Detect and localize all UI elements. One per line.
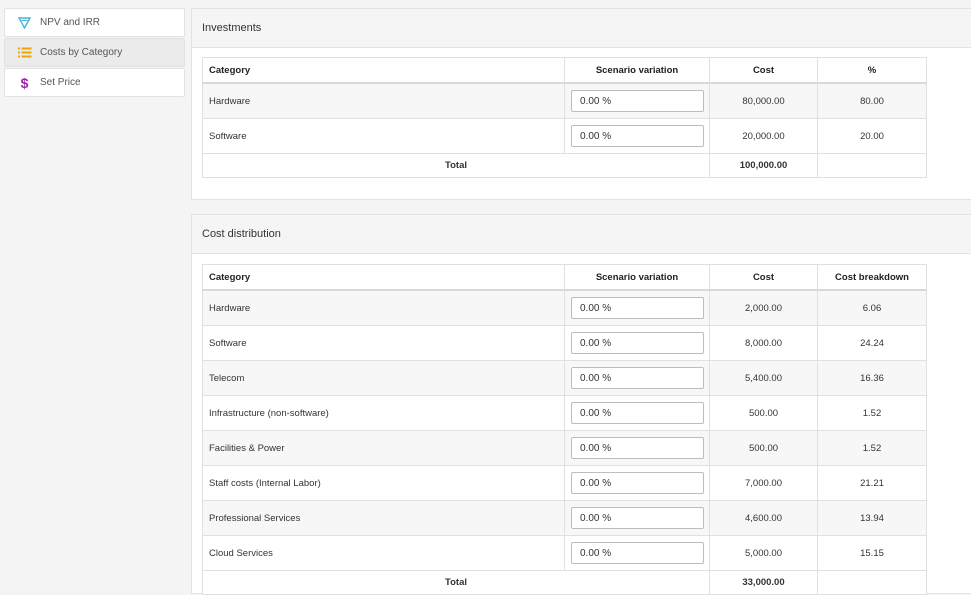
investments-table: Category Scenario variation Cost % Hardw… bbox=[202, 57, 927, 178]
investments-panel: Investments Category Scenario variation … bbox=[191, 8, 971, 200]
category-cell: Cloud Services bbox=[202, 535, 565, 571]
table-row: Staff costs (Internal Labor) 7,000.00 21… bbox=[202, 465, 927, 501]
sidebar-item-npv-irr[interactable]: NPV and IRR bbox=[4, 8, 185, 37]
cost-cell: 5,400.00 bbox=[709, 360, 818, 396]
cost-cell: 7,000.00 bbox=[709, 465, 818, 501]
scenario-variation-input[interactable] bbox=[571, 507, 704, 529]
total-row: Total 33,000.00 bbox=[202, 570, 927, 595]
category-cell: Hardware bbox=[202, 82, 565, 119]
cost-distribution-table: Category Scenario variation Cost Cost br… bbox=[202, 264, 927, 595]
category-cell: Facilities & Power bbox=[202, 430, 565, 466]
table-row: Professional Services 4,600.00 13.94 bbox=[202, 500, 927, 536]
table-row: Cloud Services 5,000.00 15.15 bbox=[202, 535, 927, 571]
total-label: Total bbox=[202, 153, 710, 178]
table-row: Telecom 5,400.00 16.36 bbox=[202, 360, 927, 396]
sidebar-item-costs-by-category[interactable]: Costs by Category bbox=[4, 38, 185, 67]
cost-breakdown-cell: 6.06 bbox=[817, 289, 927, 326]
scenario-variation-input[interactable] bbox=[571, 297, 704, 319]
table-row: Software 8,000.00 24.24 bbox=[202, 325, 927, 361]
table-row: Infrastructure (non-software) 500.00 1.5… bbox=[202, 395, 927, 431]
category-cell: Software bbox=[202, 118, 565, 154]
total-cost: 33,000.00 bbox=[709, 570, 818, 595]
column-header-scenario-variation: Scenario variation bbox=[564, 57, 710, 84]
cost-distribution-title: Cost distribution bbox=[192, 215, 971, 254]
sidebar: NPV and IRR Costs by Category $ Set Pric… bbox=[4, 8, 185, 98]
column-header-percent: % bbox=[817, 57, 927, 84]
total-row: Total 100,000.00 bbox=[202, 153, 927, 178]
column-header-cost-breakdown: Cost breakdown bbox=[817, 264, 927, 291]
sidebar-item-label: Costs by Category bbox=[40, 47, 123, 58]
dollar-icon: $ bbox=[20, 74, 29, 91]
cost-cell: 20,000.00 bbox=[709, 118, 818, 154]
scenario-variation-input[interactable] bbox=[571, 367, 704, 389]
table-row: Hardware 2,000.00 6.06 bbox=[202, 289, 927, 326]
column-header-category: Category bbox=[202, 264, 565, 291]
category-cell: Professional Services bbox=[202, 500, 565, 536]
scenario-variation-input[interactable] bbox=[571, 332, 704, 354]
table-row: Facilities & Power 500.00 1.52 bbox=[202, 430, 927, 466]
column-header-cost: Cost bbox=[709, 264, 818, 291]
cost-cell: 80,000.00 bbox=[709, 82, 818, 119]
scenario-variation-input[interactable] bbox=[571, 472, 704, 494]
category-cell: Telecom bbox=[202, 360, 565, 396]
list-icon bbox=[17, 45, 32, 60]
column-header-category: Category bbox=[202, 57, 565, 84]
cost-breakdown-cell: 1.52 bbox=[817, 395, 927, 431]
category-cell: Staff costs (Internal Labor) bbox=[202, 465, 565, 501]
scenario-variation-input[interactable] bbox=[571, 437, 704, 459]
sidebar-item-label: Set Price bbox=[40, 77, 81, 88]
cost-distribution-panel: Cost distribution Category Scenario vari… bbox=[191, 214, 971, 595]
cost-breakdown-cell: 15.15 bbox=[817, 535, 927, 571]
cost-breakdown-cell: 24.24 bbox=[817, 325, 927, 361]
cost-breakdown-cell: 13.94 bbox=[817, 500, 927, 536]
percent-cell: 20.00 bbox=[817, 118, 927, 154]
triangle-icon bbox=[17, 15, 32, 30]
scenario-variation-input[interactable] bbox=[571, 542, 704, 564]
investments-title: Investments bbox=[192, 9, 971, 48]
cost-cell: 4,600.00 bbox=[709, 500, 818, 536]
cost-cell: 8,000.00 bbox=[709, 325, 818, 361]
scenario-variation-input[interactable] bbox=[571, 125, 704, 147]
category-cell: Infrastructure (non-software) bbox=[202, 395, 565, 431]
scenario-variation-input[interactable] bbox=[571, 402, 704, 424]
cost-cell: 5,000.00 bbox=[709, 535, 818, 571]
cost-cell: 500.00 bbox=[709, 395, 818, 431]
category-cell: Hardware bbox=[202, 289, 565, 326]
total-cost: 100,000.00 bbox=[709, 153, 818, 178]
cost-breakdown-cell: 21.21 bbox=[817, 465, 927, 501]
cost-breakdown-cell: 16.36 bbox=[817, 360, 927, 396]
sidebar-item-label: NPV and IRR bbox=[40, 17, 101, 28]
scenario-variation-input[interactable] bbox=[571, 90, 704, 112]
cost-cell: 500.00 bbox=[709, 430, 818, 466]
table-row: Hardware 80,000.00 80.00 bbox=[202, 82, 927, 119]
table-row: Software 20,000.00 20.00 bbox=[202, 118, 927, 154]
sidebar-item-set-price[interactable]: $ Set Price bbox=[4, 68, 185, 97]
total-label: Total bbox=[202, 570, 710, 595]
column-header-scenario-variation: Scenario variation bbox=[564, 264, 710, 291]
column-header-cost: Cost bbox=[709, 57, 818, 84]
cost-breakdown-cell: 1.52 bbox=[817, 430, 927, 466]
category-cell: Software bbox=[202, 325, 565, 361]
percent-cell: 80.00 bbox=[817, 82, 927, 119]
cost-cell: 2,000.00 bbox=[709, 289, 818, 326]
